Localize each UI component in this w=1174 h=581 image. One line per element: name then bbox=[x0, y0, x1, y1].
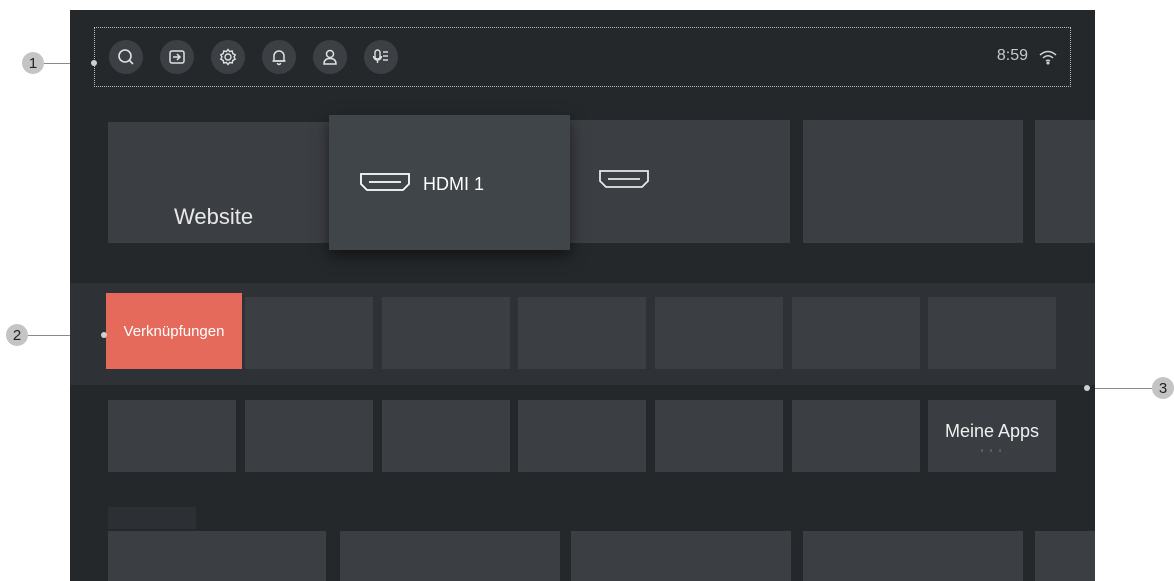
app-tile[interactable] bbox=[792, 400, 920, 472]
website-tile[interactable]: Website bbox=[108, 122, 330, 243]
hdmi-port-icon bbox=[599, 170, 649, 188]
profile-icon[interactable] bbox=[313, 40, 347, 74]
shortcut-tile[interactable] bbox=[928, 297, 1056, 369]
shortcut-tile[interactable] bbox=[382, 297, 510, 369]
app-tile-empty-1[interactable] bbox=[803, 120, 1023, 243]
content-tile[interactable] bbox=[108, 531, 326, 581]
callout-3-line bbox=[1090, 388, 1152, 389]
row-label-placeholder bbox=[108, 507, 196, 529]
callout-3: 3 bbox=[1152, 377, 1174, 399]
website-label: Website bbox=[174, 204, 254, 229]
shortcut-tile[interactable] bbox=[792, 297, 920, 369]
app-tile[interactable] bbox=[245, 400, 373, 472]
callout-3-dot bbox=[1084, 385, 1090, 391]
shortcut-tile[interactable] bbox=[518, 297, 646, 369]
content-tile[interactable] bbox=[803, 531, 1023, 581]
shortcuts-tile[interactable]: Verknüpfungen bbox=[106, 293, 242, 369]
callout-2: 2 bbox=[6, 324, 28, 346]
search-icon[interactable] bbox=[109, 40, 143, 74]
clock-time: 8:59 bbox=[996, 47, 1028, 64]
callout-1-dot bbox=[91, 60, 97, 66]
my-apps-label: Meine Apps bbox=[944, 421, 1040, 441]
notification-bell-icon[interactable] bbox=[262, 40, 296, 74]
voice-assistant-icon[interactable] bbox=[364, 40, 398, 74]
app-tile-empty-2[interactable] bbox=[1035, 120, 1095, 243]
app-tile[interactable] bbox=[655, 400, 783, 472]
callout-1: 1 bbox=[22, 52, 44, 74]
shortcut-tile[interactable] bbox=[245, 297, 373, 369]
tv-home-screen: 8:59 Website HDMI 1 Verknüpfungen Meine … bbox=[70, 10, 1095, 581]
top-status-bar: 8:59 bbox=[94, 27, 1071, 87]
content-tile[interactable] bbox=[340, 531, 560, 581]
hdmi-port-icon bbox=[360, 173, 410, 191]
input-source-icon[interactable] bbox=[160, 40, 194, 74]
screenshot-root: 1 2 3 8:59 Website HDMI 1 Verknüpfungen … bbox=[0, 0, 1174, 581]
hdmi-1-tile[interactable]: HDMI 1 bbox=[329, 115, 570, 250]
wifi-icon bbox=[1039, 50, 1057, 65]
my-apps-dots: ◦ ◦ ◦ bbox=[980, 446, 1004, 455]
app-tile[interactable] bbox=[382, 400, 510, 472]
settings-icon[interactable] bbox=[211, 40, 245, 74]
callout-2-dot bbox=[101, 332, 107, 338]
shortcut-tile[interactable] bbox=[655, 297, 783, 369]
my-apps-tile[interactable]: Meine Apps ◦ ◦ ◦ bbox=[928, 400, 1056, 472]
app-tile[interactable] bbox=[518, 400, 646, 472]
hdmi-2-tile[interactable] bbox=[570, 120, 790, 243]
content-tile[interactable] bbox=[571, 531, 791, 581]
content-tile[interactable] bbox=[1035, 531, 1095, 581]
app-tile[interactable] bbox=[108, 400, 236, 472]
hdmi-1-label: HDMI 1 bbox=[423, 174, 485, 194]
